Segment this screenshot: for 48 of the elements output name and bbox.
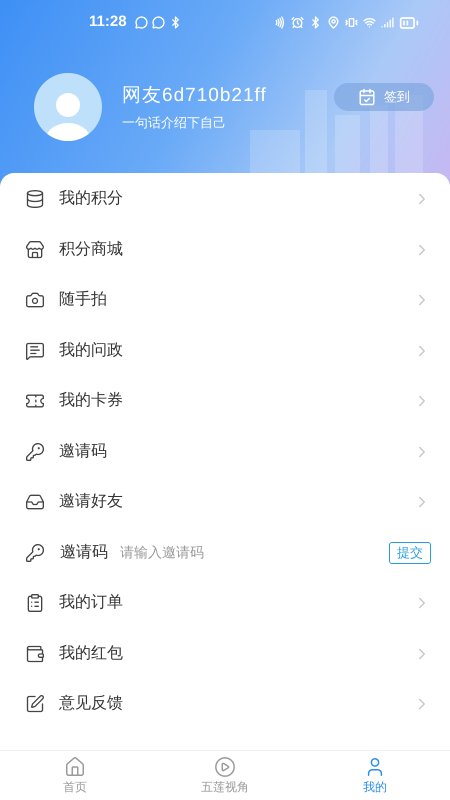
menu-label: 意见反馈 <box>59 694 123 714</box>
menu-item[interactable]: 我的问政 <box>0 326 450 376</box>
alarm-icon <box>291 16 304 29</box>
coins-icon <box>25 189 45 210</box>
wifi-icon <box>363 16 376 29</box>
menu-item[interactable]: 邀请码 <box>0 426 450 477</box>
invite-code-field[interactable]: 请输入邀请码 <box>120 542 389 564</box>
menu-item[interactable]: 随手拍 <box>0 275 450 326</box>
tab[interactable]: 我的 <box>300 751 450 800</box>
key-icon <box>25 542 45 563</box>
signal-icon <box>381 16 394 29</box>
message-icon <box>25 340 45 361</box>
menu-item[interactable]: 我的卡券 <box>0 376 450 426</box>
edit-icon <box>25 694 45 714</box>
status-time: 11:28 <box>89 12 127 32</box>
user-bio: 一句话介绍下自己 <box>122 114 227 132</box>
menu-item[interactable]: 积分商城 <box>0 224 450 275</box>
message-icon <box>152 16 165 29</box>
play-icon <box>214 756 236 778</box>
home-icon <box>64 756 86 778</box>
menu-label: 积分商城 <box>59 240 123 260</box>
camera-icon <box>25 290 45 310</box>
menu-item[interactable]: 我的积分 <box>0 174 450 224</box>
bluetooth-icon <box>309 16 322 29</box>
menu-label: 随手拍 <box>59 290 107 310</box>
menu-label: 我的积分 <box>59 188 123 210</box>
menu-label: 我的订单 <box>59 592 123 614</box>
vibrate-icon <box>345 16 358 29</box>
location-icon <box>327 16 340 29</box>
menu-label: 我的问政 <box>59 340 123 361</box>
nfc-icon <box>273 16 286 29</box>
menu-item[interactable]: 意见反馈 <box>0 679 450 730</box>
menu-item[interactable]: 邀请好友 <box>0 477 450 528</box>
calendar-icon <box>358 88 376 106</box>
menu-label: 邀请好友 <box>59 492 123 512</box>
menu-item[interactable]: 我的红包 <box>0 628 450 679</box>
user-name: 网友6d710b21ff <box>122 84 267 108</box>
chat-icon <box>134 16 148 29</box>
menu-label: 我的卡券 <box>59 390 123 412</box>
key-icon <box>25 442 45 462</box>
store-icon <box>25 240 45 260</box>
wallet-icon <box>25 644 45 664</box>
menu-label: 邀请码 <box>59 442 107 462</box>
clipboard-icon <box>25 593 45 614</box>
invite-code-label: 邀请码 <box>60 542 108 563</box>
menu-label: 我的红包 <box>59 644 123 664</box>
inbox-icon <box>25 492 45 512</box>
menu-item[interactable]: 我的订单 <box>0 578 450 628</box>
